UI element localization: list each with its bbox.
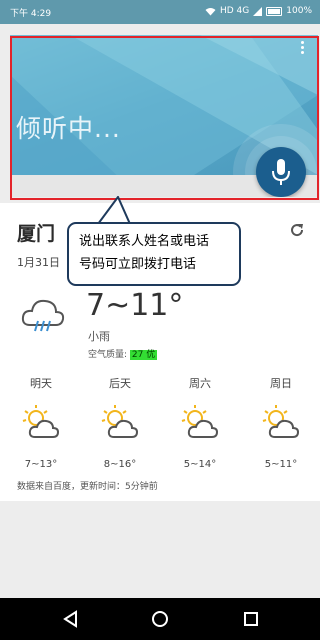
forecast-day: 周日 5~11° <box>251 375 311 470</box>
recents-icon[interactable] <box>242 610 260 628</box>
forecast-range: 7~13° <box>24 459 58 470</box>
forecast-day: 后天 8~16° <box>90 375 150 470</box>
forecast-day: 周六 5~14° <box>170 375 230 470</box>
refresh-icon[interactable] <box>288 221 306 239</box>
status-bar: 下午 4:29 HD 4G 100% <box>0 0 320 24</box>
forecast-range: 8~16° <box>103 459 137 470</box>
status-indicators: HD 4G 100% <box>205 6 312 16</box>
annotation-line-2: 号码可立即拨打电话 <box>79 257 197 272</box>
forecast-day-label: 周六 <box>189 377 211 390</box>
current-condition: 小雨 <box>88 330 110 343</box>
network-indicators: HD 4G <box>220 6 250 16</box>
city-name: 厦门 <box>17 223 56 245</box>
back-icon[interactable] <box>62 610 80 628</box>
forecast-range: 5~11° <box>264 459 298 470</box>
air-quality-value: 27 优 <box>129 350 158 360</box>
light-rain-icon <box>21 299 65 332</box>
air-quality-label: 空气质量: <box>88 350 128 360</box>
home-icon[interactable] <box>151 610 169 628</box>
forecast-day: 明天 7~13° <box>11 375 71 470</box>
current-temperature: 7~11° <box>86 288 184 323</box>
battery-icon <box>266 6 283 16</box>
air-quality: 空气质量: 27 优 <box>88 347 158 360</box>
forecast-day-label: 明天 <box>30 377 52 390</box>
wifi-icon <box>205 7 216 15</box>
status-time: 下午 4:29 <box>10 9 52 19</box>
battery-level: 100% <box>286 6 312 16</box>
forecast-day-label: 周日 <box>270 377 292 390</box>
partly-cloudy-icon <box>251 403 311 443</box>
forecast-range: 5~14° <box>183 459 217 470</box>
partly-cloudy-icon <box>90 403 150 443</box>
navigation-bar <box>0 598 320 640</box>
data-source-note: 数据来自百度，更新时间：5分钟前 <box>17 482 158 492</box>
weather-date: 1月31日 <box>17 256 60 269</box>
signal-icon <box>253 6 263 16</box>
forecast-day-label: 后天 <box>109 377 131 390</box>
partly-cloudy-icon <box>170 403 230 443</box>
annotation-line-1: 说出联系人姓名或电话 <box>79 234 210 249</box>
highlight-frame <box>10 36 319 200</box>
annotation-callout: 说出联系人姓名或电话 号码可立即拨打电话 <box>67 222 241 286</box>
partly-cloudy-icon <box>11 403 71 443</box>
